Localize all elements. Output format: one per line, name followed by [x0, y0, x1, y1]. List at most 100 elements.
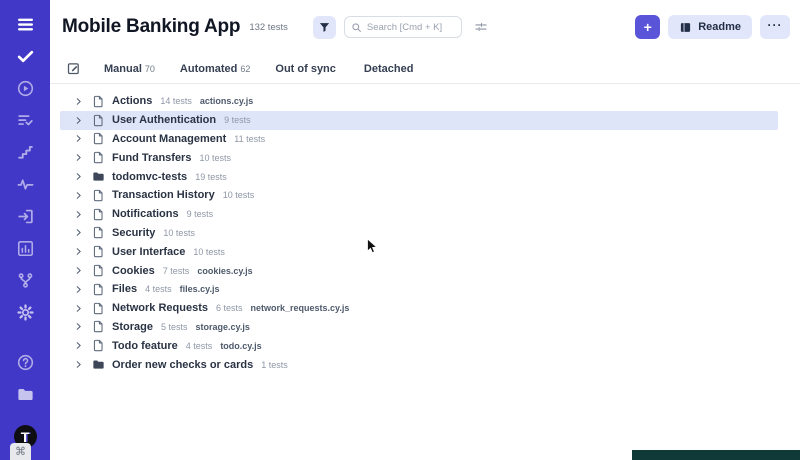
help-icon[interactable]	[13, 351, 37, 373]
file-icon	[91, 226, 105, 240]
bottom-bar	[632, 450, 800, 460]
suite-row[interactable]: Account Management 11 tests	[60, 130, 778, 149]
suite-file-name: storage.cy.js	[195, 322, 249, 332]
chevron-right-icon[interactable]	[74, 266, 84, 276]
suite-name: Actions	[112, 95, 152, 107]
chevron-right-icon[interactable]	[74, 209, 84, 219]
command-shortcut-badge[interactable]: ⌘	[10, 443, 31, 460]
suite-name: Transaction History	[112, 189, 215, 201]
header-actions: + Readme ···	[635, 15, 790, 39]
suite-row[interactable]: Storage 5 tests storage.cy.js	[60, 318, 778, 337]
branches-icon[interactable]	[13, 269, 37, 291]
funnel-icon	[318, 21, 331, 34]
runs-play-icon[interactable]	[13, 77, 37, 99]
import-icon[interactable]	[13, 205, 37, 227]
project-header: Mobile Banking App 132 tests + Readme ··…	[50, 0, 800, 54]
suite-name: Account Management	[112, 133, 226, 145]
tabs-bar: Manual 70 Automated 62 Out of sync Detac…	[50, 54, 800, 84]
file-icon	[91, 132, 105, 146]
suite-test-count: 10 tests	[193, 247, 225, 257]
analytics-pulse-icon[interactable]	[13, 173, 37, 195]
search-icon	[351, 22, 362, 33]
suite-row[interactable]: Actions 14 tests actions.cy.js	[60, 92, 778, 111]
suite-row[interactable]: Cookies 7 tests cookies.cy.js	[60, 261, 778, 280]
more-options-button[interactable]: ···	[760, 15, 790, 39]
tests-check-icon[interactable]	[13, 45, 37, 67]
suite-test-count: 19 tests	[195, 172, 227, 182]
suite-name: Security	[112, 227, 155, 239]
chevron-right-icon[interactable]	[74, 247, 84, 257]
suite-row[interactable]: Network Requests 6 tests network_request…	[60, 299, 778, 318]
file-icon	[91, 151, 105, 165]
suite-row[interactable]: User Interface 10 tests	[60, 242, 778, 261]
suite-test-count: 7 tests	[163, 266, 190, 276]
suite-test-count: 11 tests	[234, 134, 265, 144]
suite-name: Todo feature	[112, 340, 178, 352]
suite-row[interactable]: Todo feature 4 tests todo.cy.js	[60, 336, 778, 355]
chevron-right-icon[interactable]	[74, 96, 84, 106]
chevron-right-icon[interactable]	[74, 190, 84, 200]
chevron-right-icon[interactable]	[74, 360, 84, 370]
book-icon	[679, 21, 692, 34]
suite-file-name: cookies.cy.js	[197, 266, 252, 276]
file-icon	[91, 113, 105, 127]
suite-row[interactable]: todomvc-tests 19 tests	[60, 167, 778, 186]
edit-mode-icon[interactable]	[66, 61, 82, 77]
suite-test-count: 4 tests	[186, 341, 213, 351]
suite-row[interactable]: Security 10 tests	[60, 224, 778, 243]
sliders-icon	[474, 20, 488, 34]
chevron-right-icon[interactable]	[74, 153, 84, 163]
suite-row[interactable]: Order new checks or cards 1 tests	[60, 355, 778, 374]
suite-test-count: 10 tests	[223, 190, 255, 200]
suite-name: User Interface	[112, 246, 185, 258]
chevron-right-icon[interactable]	[74, 341, 84, 351]
search-input[interactable]	[367, 22, 455, 33]
tab-manual[interactable]: Manual 70	[104, 63, 155, 75]
suite-name: Network Requests	[112, 302, 208, 314]
chevron-right-icon[interactable]	[74, 172, 84, 182]
reports-chart-icon[interactable]	[13, 237, 37, 259]
file-icon	[91, 94, 105, 108]
add-button[interactable]: +	[635, 15, 660, 39]
chevron-right-icon[interactable]	[74, 134, 84, 144]
tab-detached[interactable]: Detached	[364, 63, 417, 75]
suite-row[interactable]: Files 4 tests files.cy.js	[60, 280, 778, 299]
suite-row[interactable]: Fund Transfers 10 tests	[60, 148, 778, 167]
view-settings-button[interactable]	[472, 18, 490, 36]
readme-label: Readme	[698, 21, 741, 33]
search-box[interactable]	[344, 16, 462, 38]
suite-row[interactable]: User Authentication 9 tests	[60, 111, 778, 130]
suite-test-count: 9 tests	[187, 209, 214, 219]
chevron-right-icon[interactable]	[74, 115, 84, 125]
chevron-right-icon[interactable]	[74, 284, 84, 294]
tab-out-of-sync[interactable]: Out of sync	[275, 63, 339, 75]
menu-icon[interactable]	[13, 13, 37, 35]
tab-automated[interactable]: Automated 62	[180, 63, 250, 75]
suite-row[interactable]: Transaction History 10 tests	[60, 186, 778, 205]
chevron-right-icon[interactable]	[74, 303, 84, 313]
main-panel: Mobile Banking App 132 tests + Readme ··…	[50, 0, 800, 460]
suite-name: Files	[112, 283, 137, 295]
file-icon	[91, 207, 105, 221]
suite-name: Cookies	[112, 265, 155, 277]
suite-name: Storage	[112, 321, 153, 333]
suite-row[interactable]: Notifications 9 tests	[60, 205, 778, 224]
projects-folder-icon[interactable]	[13, 383, 37, 405]
milestones-steps-icon[interactable]	[13, 141, 37, 163]
suite-file-name: actions.cy.js	[200, 96, 253, 106]
suite-file-name: todo.cy.js	[220, 341, 261, 351]
tests-count-label: 132 tests	[249, 22, 288, 33]
test-plan-list-icon[interactable]	[13, 109, 37, 131]
filter-button[interactable]	[313, 16, 336, 39]
suite-test-count: 14 tests	[160, 96, 192, 106]
file-icon	[91, 282, 105, 296]
chevron-right-icon[interactable]	[74, 228, 84, 238]
app-window: T Mobile Banking App 132 tests + Readme	[0, 0, 800, 460]
readme-button[interactable]: Readme	[668, 15, 752, 39]
file-icon	[91, 339, 105, 353]
page-title: Mobile Banking App	[62, 16, 240, 38]
folder-icon	[91, 358, 105, 372]
chevron-right-icon[interactable]	[74, 322, 84, 332]
suite-test-count: 6 tests	[216, 303, 243, 313]
settings-gear-icon[interactable]	[13, 301, 37, 323]
